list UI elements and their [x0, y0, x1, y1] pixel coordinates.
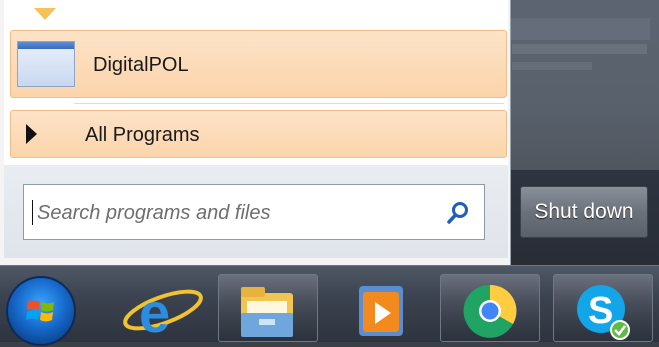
- chrome-icon: [463, 284, 517, 338]
- blurred-content: [510, 18, 650, 40]
- svg-text:e: e: [139, 281, 170, 342]
- program-label: DigitalPOL: [93, 54, 189, 76]
- skype-icon: S: [577, 285, 630, 340]
- internet-explorer-icon: e: [123, 281, 203, 344]
- taskbar-chrome[interactable]: [440, 274, 540, 342]
- pinned-program-digitalpol[interactable]: DigitalPOL: [10, 30, 507, 98]
- start-menu: DigitalPOL All Programs Search programs …: [0, 0, 511, 265]
- triangle-right-icon: [26, 124, 37, 144]
- text-caret: [32, 200, 33, 225]
- search-area: Search programs and files: [4, 165, 508, 258]
- taskbar: e S: [0, 265, 659, 346]
- folder-icon: [241, 287, 293, 337]
- svg-text:S: S: [588, 290, 613, 332]
- blurred-content: [512, 62, 592, 70]
- search-icon[interactable]: [445, 200, 471, 226]
- all-programs-label: All Programs: [85, 124, 200, 146]
- windows-flag-icon: [26, 300, 54, 322]
- application-window-icon: [17, 41, 75, 87]
- shutdown-button[interactable]: Shut down: [520, 186, 648, 238]
- search-input[interactable]: Search programs and files: [23, 184, 485, 240]
- all-programs-item[interactable]: All Programs: [10, 110, 507, 158]
- background-window: [500, 0, 659, 170]
- taskbar-windows-explorer[interactable]: [218, 274, 318, 342]
- windows-orb-icon[interactable]: [6, 276, 76, 346]
- new-program-marker-icon: [34, 8, 56, 20]
- media-player-icon: [359, 286, 403, 336]
- taskbar-internet-explorer[interactable]: e: [115, 274, 211, 344]
- blurred-content: [512, 44, 647, 54]
- taskbar-media-player[interactable]: [335, 274, 431, 342]
- menu-divider: [74, 103, 504, 104]
- taskbar-skype[interactable]: S: [553, 274, 653, 342]
- search-placeholder: Search programs and files: [37, 202, 271, 224]
